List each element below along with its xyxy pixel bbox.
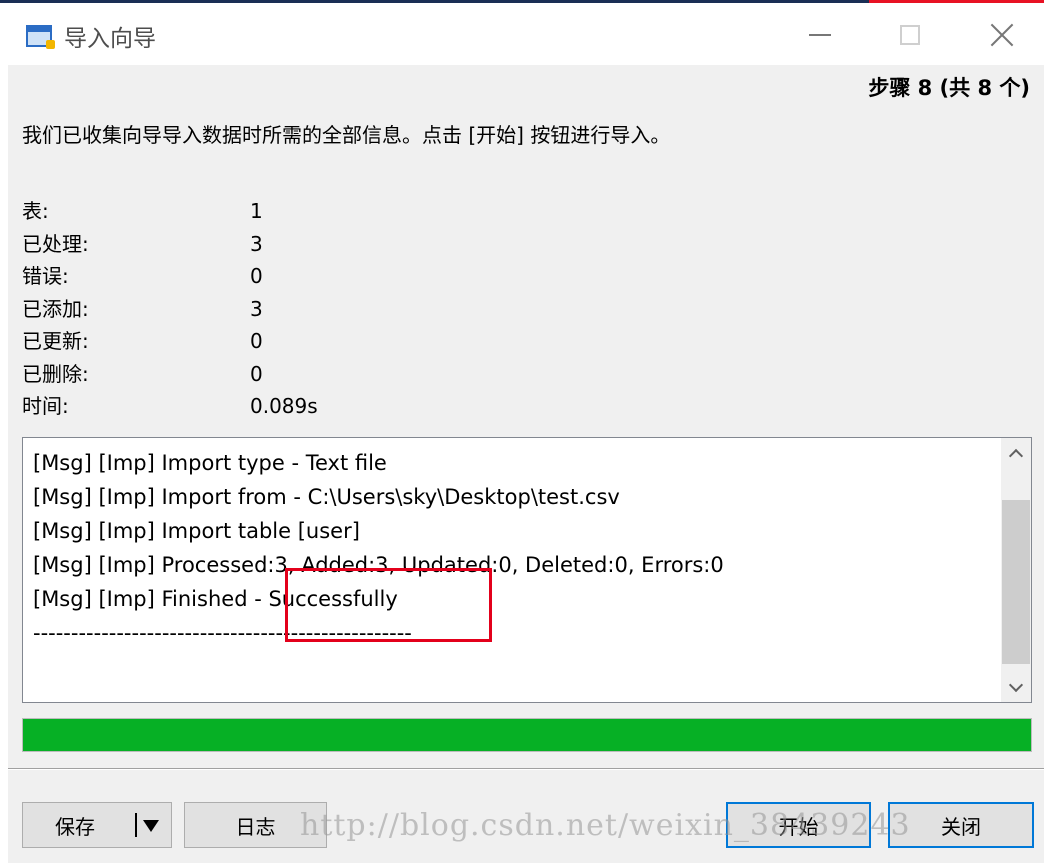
chevron-down-icon <box>1008 677 1024 692</box>
maximize-icon <box>900 25 920 45</box>
stat-label: 已处理: <box>22 231 89 256</box>
log-line: [Msg] [Imp] Import table [user] <box>33 519 360 543</box>
separator <box>8 768 1044 770</box>
close-icon <box>990 23 1014 47</box>
scroll-down-button[interactable] <box>1001 672 1031 702</box>
progress-fill <box>23 719 1031 751</box>
maximize-button[interactable] <box>880 11 940 59</box>
stat-label: 已添加: <box>22 296 89 321</box>
wizard-body: 步骤 8 (共 8 个) 我们已收集向导导入数据时所需的全部信息。点击 [开始]… <box>8 65 1044 863</box>
import-wizard-icon <box>26 25 55 49</box>
watermark: http://blog.csdn.net/weixin_38439243 <box>300 808 911 843</box>
stat-value: 0 <box>250 329 263 353</box>
stat-value: 0 <box>250 264 263 288</box>
dropdown-arrow-icon[interactable] <box>143 820 159 832</box>
stat-label: 错误: <box>22 264 69 288</box>
success-highlight <box>285 568 492 642</box>
split-divider <box>135 813 137 837</box>
save-split-button[interactable]: 保存 <box>22 802 172 848</box>
stat-label: 已更新: <box>22 329 89 353</box>
stat-value: 3 <box>250 231 263 256</box>
step-indicator: 步骤 8 (共 8 个) <box>868 76 1030 100</box>
chevron-up-icon <box>1008 448 1024 463</box>
stat-value: 0.089s <box>250 394 318 418</box>
stat-label: 时间: <box>22 394 69 418</box>
minimize-button[interactable] <box>790 11 850 59</box>
window-title: 导入向导 <box>64 26 156 52</box>
instruction-text: 我们已收集向导导入数据时所需的全部信息。点击 [开始] 按钮进行导入。 <box>22 123 671 147</box>
scroll-thumb[interactable] <box>1002 500 1030 664</box>
log-line: [Msg] [Imp] Import type - Text file <box>33 451 387 475</box>
log-scrollbar[interactable] <box>1001 438 1031 702</box>
stat-value: 0 <box>250 361 263 386</box>
title-bar[interactable]: 导入向导 <box>0 3 1044 65</box>
stat-value: 1 <box>250 199 263 223</box>
import-progress-bar <box>22 718 1032 752</box>
log-line: [Msg] [Imp] Import from - C:\Users\sky\D… <box>33 485 620 509</box>
stat-label: 已删除: <box>22 361 89 386</box>
stat-label: 表: <box>22 199 49 223</box>
import-log[interactable]: [Msg] [Imp] Import type - Text file [Msg… <box>22 437 1032 703</box>
save-button-label: 保存 <box>55 814 95 839</box>
minimize-icon <box>809 34 831 36</box>
scroll-up-button[interactable] <box>1001 438 1031 468</box>
stat-value: 3 <box>250 296 263 321</box>
close-window-button[interactable] <box>972 11 1032 59</box>
